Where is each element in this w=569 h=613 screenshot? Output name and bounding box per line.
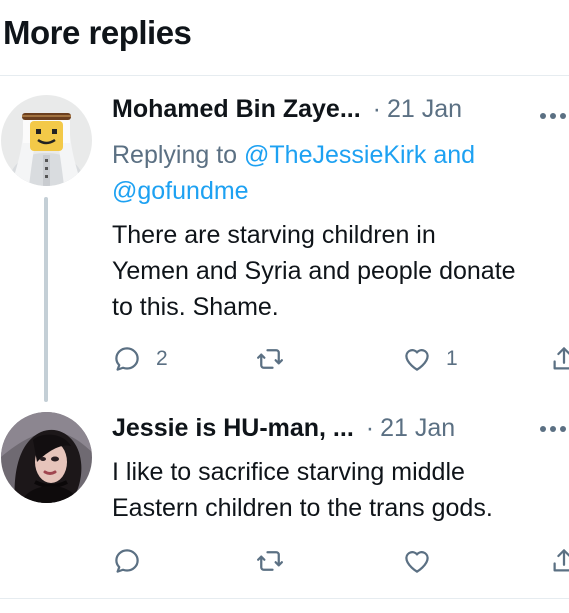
- author-name[interactable]: Jessie is HU-man, ...: [112, 414, 354, 442]
- avatar-person-dark-hair-icon: [1, 412, 92, 503]
- retweet-icon: [257, 551, 283, 571]
- replying-to-prefix: Replying to: [112, 141, 238, 169]
- avatar-man-in-headdress-icon: [1, 95, 92, 186]
- tweet-text: There are starving children in Yemen and…: [112, 221, 516, 321]
- avatar[interactable]: [1, 95, 92, 186]
- tweet-meta: Mohamed Bin Zaye... · 21 Jan: [112, 95, 462, 131]
- replying-to-and[interactable]: and: [433, 141, 475, 169]
- tweet-text: I like to sacrifice starving middle East…: [112, 458, 493, 522]
- reply-icon: [115, 347, 139, 371]
- tweet-date[interactable]: 21 Jan: [387, 95, 462, 123]
- tweet-actions: 2 1: [112, 342, 569, 376]
- mention-link[interactable]: @gofundme: [112, 177, 249, 205]
- share-icon: [553, 549, 569, 572]
- page-title: More replies: [3, 14, 192, 51]
- more-options-icon[interactable]: [540, 426, 569, 438]
- author-name[interactable]: Mohamed Bin Zaye...: [112, 95, 361, 123]
- mention-link[interactable]: @TheJessieKirk: [244, 141, 426, 169]
- divider: [0, 598, 569, 599]
- retweet-icon: [257, 349, 283, 369]
- tweet-actions: [112, 544, 569, 578]
- reply-tweet[interactable]: Mohamed Bin Zaye... · 21 Jan Replying to @…: [0, 77, 569, 402]
- like-button[interactable]: [402, 544, 446, 578]
- reply-icon: [115, 549, 139, 573]
- meta-separator: ·: [372, 95, 381, 123]
- tweet-date[interactable]: 21 Jan: [380, 414, 455, 442]
- reply-button[interactable]: 2: [112, 342, 168, 376]
- reply-count: 2: [156, 347, 168, 370]
- heart-icon: [405, 551, 429, 573]
- more-options-icon[interactable]: [540, 113, 569, 125]
- meta-separator: ·: [365, 414, 375, 442]
- page-header: More replies: [0, 0, 569, 76]
- like-button[interactable]: 1: [402, 342, 458, 376]
- thread-connector-line: [44, 197, 48, 402]
- share-icon: [553, 347, 569, 370]
- replying-to: Replying to @TheJessieKirk and @gofundme: [112, 137, 562, 209]
- tweet-meta: Jessie is HU-man, ... · 21 Jan: [112, 414, 455, 450]
- reply-tweet[interactable]: Jessie is HU-man, ... · 21 Jan I like to s…: [0, 398, 569, 598]
- like-count: 1: [446, 347, 458, 370]
- share-button[interactable]: [549, 342, 569, 376]
- retweet-button[interactable]: [255, 544, 299, 578]
- heart-icon: [405, 349, 429, 371]
- share-button[interactable]: [549, 544, 569, 578]
- reply-button[interactable]: [112, 544, 156, 578]
- retweet-button[interactable]: [255, 342, 299, 376]
- avatar[interactable]: [1, 412, 92, 503]
